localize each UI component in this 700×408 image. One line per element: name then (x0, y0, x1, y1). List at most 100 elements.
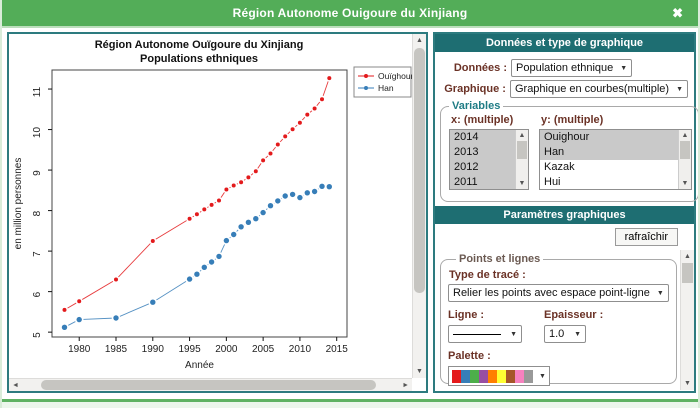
line-thickness-row: Ligne : ▼ Epaisseur : 1.0 ▼ (448, 309, 669, 343)
chart-vertical-scrollbar[interactable]: ▲ ▼ (412, 34, 426, 378)
chevron-down-icon: ▼ (539, 373, 546, 380)
svg-text:1985: 1985 (105, 344, 128, 355)
y-variable-column: y: (multiple) OuighourHanKazakHui ▲ ▼ (539, 113, 692, 190)
chevron-down-icon: ▼ (657, 290, 664, 297)
graphique-selected-value: Graphique en courbes(multiple) (515, 83, 669, 95)
refresh-button[interactable]: rafraîchir (615, 228, 678, 246)
svg-text:Année: Année (185, 360, 214, 371)
svg-text:1995: 1995 (178, 344, 201, 355)
scroll-down-icon[interactable]: ▼ (413, 368, 426, 375)
palette-color-swatch (524, 370, 533, 383)
chevron-down-icon: ▼ (676, 86, 683, 93)
svg-text:Populations ethniques: Populations ethniques (140, 53, 258, 65)
scroll-up-icon[interactable]: ▲ (413, 37, 426, 44)
trace-type-label: Type de tracé : (449, 269, 669, 281)
thickness-column: Epaisseur : 1.0 ▼ (544, 309, 603, 343)
ethnic-populations-line-chart: Région Autonome Ouïgoure du Xinjiang Popu… (9, 34, 412, 378)
donnees-row: Données : Population ethnique ▼ (435, 59, 688, 77)
scroll-up-icon[interactable]: ▲ (516, 132, 528, 139)
graphique-label: Graphique : (435, 83, 510, 95)
svg-text:10: 10 (32, 127, 43, 139)
points-lines-legend: Points et lignes (456, 253, 543, 265)
svg-text:2005: 2005 (252, 344, 275, 355)
svg-text:1990: 1990 (142, 344, 165, 355)
x-variable-column: x: (multiple) 2014201320122011 ▲ ▼ (449, 113, 529, 190)
horizontal-scroll-thumb[interactable] (41, 380, 376, 390)
params-vertical-scrollbar[interactable]: ▲ ▼ (680, 250, 694, 390)
trace-type-select[interactable]: Relier les points avec espace point-lign… (448, 284, 669, 302)
y-listbox-scrollbar[interactable]: ▲ ▼ (678, 130, 691, 189)
list-item[interactable]: Hui (540, 175, 678, 190)
list-item[interactable]: 2013 (450, 145, 515, 160)
svg-text:5: 5 (32, 332, 43, 338)
graphique-row: Graphique : Graphique en courbes(multipl… (435, 80, 688, 98)
vertical-scroll-thumb[interactable] (414, 48, 425, 293)
scroll-right-icon[interactable]: ► (402, 382, 409, 389)
palette-swatches (452, 370, 533, 383)
list-item[interactable]: 2014 (450, 130, 515, 145)
line-style-label: Ligne : (448, 309, 522, 321)
palette-label: Palette : (448, 350, 669, 362)
svg-text:en million personnes: en million personnes (13, 158, 24, 250)
x-listbox[interactable]: 2014201320122011 ▲ ▼ (449, 129, 529, 190)
svg-text:Région Autonome Ouïgoure du Xi: Région Autonome Ouïgoure du Xinjiang (95, 39, 304, 51)
x-listbox-items: 2014201320122011 (450, 130, 515, 190)
list-item[interactable]: 2011 (450, 175, 515, 190)
chart-panel: Région Autonome Ouïgoure du Xinjiang Popu… (7, 32, 428, 393)
controls-panel: Données et type de graphique Données : P… (433, 32, 696, 393)
list-item[interactable]: Ouighour (540, 130, 678, 145)
points-lines-fieldset: Points et lignes Type de tracé : Relier … (440, 253, 677, 384)
palette-color-swatch (461, 370, 470, 383)
chevron-down-icon: ▼ (574, 331, 581, 338)
x-variable-label: x: (multiple) (451, 114, 529, 126)
thickness-label: Epaisseur : (544, 309, 603, 321)
palette-color-swatch (515, 370, 524, 383)
svg-text:11: 11 (32, 86, 43, 97)
palette-color-swatch (452, 370, 461, 383)
svg-text:7: 7 (32, 251, 43, 257)
trace-type-selected-value: Relier les points avec espace point-lign… (453, 287, 650, 299)
svg-text:2010: 2010 (289, 344, 312, 355)
scroll-down-icon[interactable]: ▼ (516, 180, 528, 187)
y-listbox-scroll-thumb[interactable] (680, 141, 690, 159)
svg-text:8: 8 (32, 210, 43, 216)
x-listbox-scroll-thumb[interactable] (517, 141, 527, 159)
palette-color-swatch (470, 370, 479, 383)
palette-color-swatch (488, 370, 497, 383)
svg-text:9: 9 (32, 170, 43, 176)
palette-select[interactable]: ▼ (448, 366, 550, 386)
close-icon[interactable]: ✖ (672, 7, 683, 20)
x-listbox-scrollbar[interactable]: ▲ ▼ (515, 130, 528, 189)
list-item[interactable]: 2012 (450, 160, 515, 175)
svg-text:6: 6 (32, 291, 43, 297)
palette-color-swatch (479, 370, 488, 383)
line-style-select[interactable]: ▼ (448, 325, 522, 343)
donnees-select[interactable]: Population ethnique ▼ (511, 59, 632, 77)
line-column: Ligne : ▼ (448, 309, 522, 343)
palette-color-swatch (506, 370, 515, 383)
scroll-down-icon[interactable]: ▼ (681, 380, 694, 387)
thickness-select[interactable]: 1.0 ▼ (544, 325, 586, 343)
y-listbox[interactable]: OuighourHanKazakHui ▲ ▼ (539, 129, 692, 190)
scroll-down-icon[interactable]: ▼ (679, 180, 691, 187)
y-listbox-items: OuighourHanKazakHui (540, 130, 678, 190)
thickness-selected-value: 1.0 (549, 328, 564, 340)
scroll-up-icon[interactable]: ▲ (681, 253, 694, 260)
window-bottom-padding (2, 402, 698, 408)
graphique-select[interactable]: Graphique en courbes(multiple) ▼ (510, 80, 688, 98)
chart-horizontal-scrollbar[interactable]: ◄ ► (9, 378, 412, 391)
variables-legend: Variables (449, 100, 503, 112)
donnees-label: Données : (435, 62, 511, 74)
list-item[interactable]: Kazak (540, 160, 678, 175)
chevron-down-icon: ▼ (510, 331, 517, 338)
svg-text:2015: 2015 (326, 344, 349, 355)
scroll-left-icon[interactable]: ◄ (12, 382, 19, 389)
svg-text:Ouïghour: Ouïghour (378, 71, 412, 81)
titlebar: Région Autonome Ouigoure du Xinjiang ✖ (2, 0, 698, 28)
refresh-row: rafraîchir (435, 228, 678, 246)
data-section-header: Données et type de graphique (435, 34, 694, 52)
params-scroll-thumb[interactable] (682, 263, 693, 283)
list-item[interactable]: Han (540, 145, 678, 160)
chart-viewport: Région Autonome Ouïgoure du Xinjiang Popu… (9, 34, 412, 378)
scroll-up-icon[interactable]: ▲ (679, 132, 691, 139)
